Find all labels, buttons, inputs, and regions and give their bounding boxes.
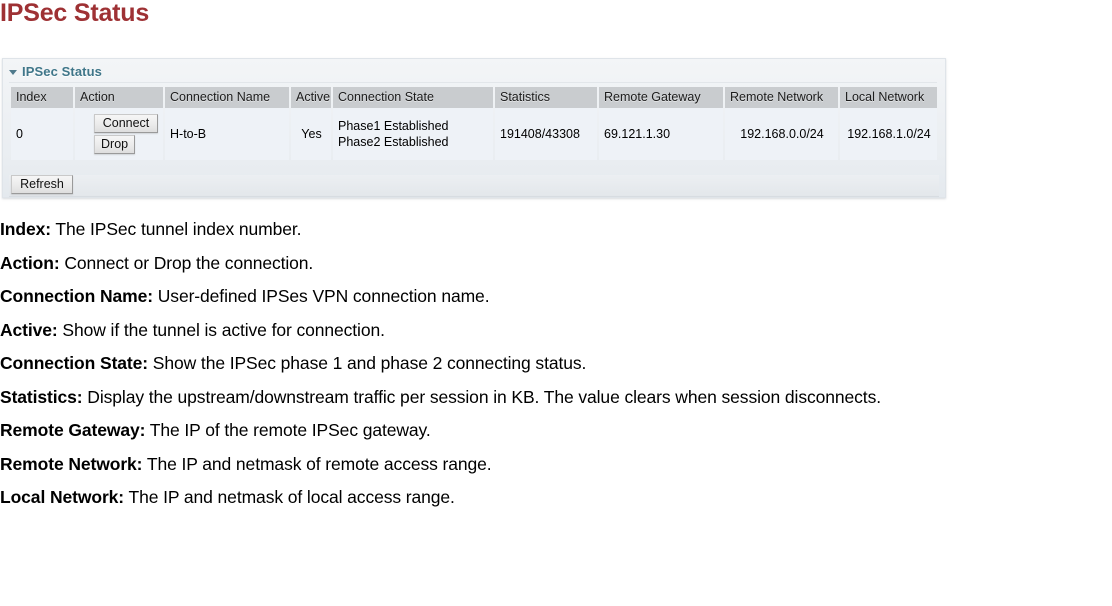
- table-row: 0 Connect Drop H-to-B Yes Phase1 Establi…: [11, 108, 937, 160]
- triangle-down-icon[interactable]: [9, 69, 17, 75]
- cell-remote-network: 192.168.0.0/24: [725, 108, 838, 160]
- description-text: The IP of the remote IPSec gateway.: [145, 420, 431, 440]
- column-header-active: Active: [291, 87, 331, 108]
- description-text: The IP and netmask of remote access rang…: [142, 453, 492, 474]
- cell-connection-name: H-to-B: [165, 108, 289, 160]
- column-header-connection-state: Connection State: [333, 87, 493, 108]
- column-header-statistics: Statistics: [495, 87, 597, 108]
- refresh-button[interactable]: Refresh: [11, 175, 73, 194]
- description-active: Active: Show if the tunnel is active for…: [0, 320, 1112, 354]
- column-header-remote-gateway: Remote Gateway: [599, 87, 723, 108]
- description-text: The IPSec tunnel index number.: [50, 219, 302, 239]
- field-descriptions: Index: The IPSec tunnel index number. Ac…: [0, 219, 1112, 521]
- description-term: Action:: [0, 252, 60, 273]
- description-term: Index:: [0, 219, 51, 239]
- description-term: Remote Network:: [0, 453, 143, 474]
- description-term: Statistics:: [0, 386, 83, 407]
- description-text: Connect or Drop the connection.: [59, 252, 314, 273]
- cell-local-network: 192.168.1.0/24: [840, 108, 937, 160]
- column-header-index: Index: [11, 87, 73, 108]
- column-header-connection-name: Connection Name: [165, 87, 289, 108]
- description-term: Local Network:: [0, 487, 125, 507]
- panel-title: IPSec Status: [22, 63, 102, 79]
- ipsec-status-table: Index Action Connection Name Active Conn…: [9, 87, 939, 160]
- drop-button[interactable]: Drop: [94, 135, 136, 154]
- cell-action: Connect Drop: [75, 108, 163, 160]
- cell-index: 0: [11, 108, 73, 160]
- panel-header-divider: [9, 82, 937, 83]
- cell-statistics: 191408/43308: [495, 108, 597, 160]
- description-term: Remote Gateway:: [0, 420, 146, 440]
- description-remote-network: Remote Network: The IP and netmask of re…: [0, 454, 1112, 488]
- ipsec-status-panel: IPSec Status Index Action Connection Nam…: [2, 58, 946, 198]
- column-header-remote-network: Remote Network: [725, 87, 838, 108]
- column-header-local-network: Local Network: [840, 87, 937, 108]
- column-header-action: Action: [75, 87, 163, 108]
- description-index: Index: The IPSec tunnel index number.: [0, 219, 1112, 253]
- description-text: Show the IPSec phase 1 and phase 2 conne…: [148, 353, 587, 373]
- description-text: Display the upstream/downstream traffic …: [82, 386, 881, 407]
- description-text: Show if the tunnel is active for connect…: [57, 319, 385, 340]
- panel-header[interactable]: IPSec Status: [9, 62, 102, 80]
- description-local-network: Local Network: The IP and netmask of loc…: [0, 487, 1112, 521]
- description-term: Active:: [0, 319, 58, 340]
- page-title: IPSec Status: [0, 0, 150, 27]
- cell-remote-gateway: 69.121.1.30: [599, 108, 723, 160]
- description-term: Connection State:: [0, 353, 149, 373]
- cell-connection-state: Phase1 Established Phase2 Established: [333, 108, 493, 160]
- connect-button[interactable]: Connect: [94, 114, 158, 133]
- description-text: User-defined IPSes VPN connection name.: [153, 286, 490, 306]
- description-remote-gateway: Remote Gateway: The IP of the remote IPS…: [0, 420, 1112, 454]
- description-connection-state: Connection State: Show the IPSec phase 1…: [0, 353, 1112, 387]
- connection-state-phase2: Phase2 Established: [338, 135, 449, 149]
- description-term: Connection Name:: [0, 286, 153, 306]
- refresh-row: Refresh: [9, 175, 939, 197]
- connection-state-phase1: Phase1 Established: [338, 119, 449, 133]
- table-header-row: Index Action Connection Name Active Conn…: [11, 87, 937, 108]
- description-statistics: Statistics: Display the upstream/downstr…: [0, 387, 1112, 421]
- cell-active: Yes: [291, 108, 331, 160]
- description-text: The IP and netmask of local access range…: [124, 487, 455, 507]
- refresh-strip: [9, 175, 939, 197]
- description-connection-name: Connection Name: User-defined IPSes VPN …: [0, 286, 1112, 320]
- description-action: Action: Connect or Drop the connection.: [0, 253, 1112, 287]
